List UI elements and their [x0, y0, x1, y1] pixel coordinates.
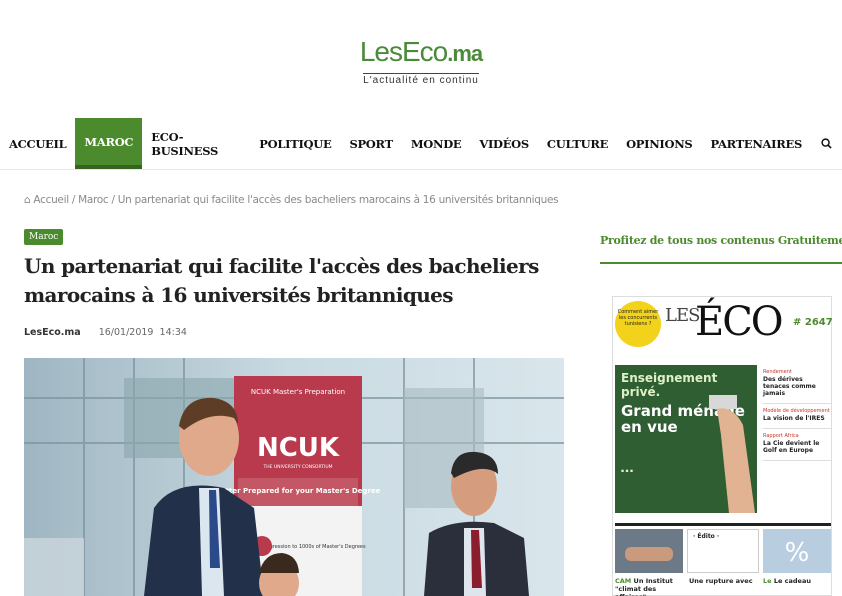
nav-item-eco-business[interactable]: ECO-BUSINESS: [142, 118, 250, 169]
home-icon[interactable]: ⌂: [24, 194, 31, 206]
percent-icon: %: [763, 529, 831, 573]
newspaper-cover[interactable]: Comment aimer les concurrents tunisiens …: [612, 296, 833, 596]
article-hero-image: NCUK Master's Preparation NCUK THE UNIVE…: [24, 358, 564, 596]
cover-side-column: Rendement Des dérives tenaces comme jamai…: [763, 365, 831, 461]
nav-item-partenaires[interactable]: PARTENAIRES: [701, 118, 811, 169]
svg-text:%: %: [785, 538, 810, 568]
nav-item-monde[interactable]: MONDE: [402, 118, 471, 169]
breadcrumb-text[interactable]: Accueil / Maroc / Un partenariat qui fac…: [33, 194, 558, 206]
article-meta: LesEco.ma 16/01/2019 14:34: [24, 327, 187, 338]
banner-logo-text: NCUK: [257, 433, 340, 463]
cover-side-block: Modèle de développement La vision de l'IR…: [763, 404, 831, 429]
promo-divider: [600, 262, 842, 264]
nav-item-politique[interactable]: POLITIQUE: [250, 118, 340, 169]
cover-header: Comment aimer les concurrents tunisiens …: [613, 297, 833, 357]
cover-bullets: ▪ ▪ ▪: [621, 469, 634, 474]
cover-side-block: Rapport Africa La Cie devient le Golf en …: [763, 429, 831, 461]
category-badge[interactable]: Maroc: [24, 229, 64, 245]
cover-bottom-story-2: Une rupture avec: [689, 577, 753, 585]
breadcrumb: ⌂ Accueil / Maroc / Un partenariat qui f…: [24, 194, 559, 206]
cover-eco: ÉCO: [695, 299, 784, 345]
nav-item-maroc[interactable]: MAROC: [75, 118, 143, 169]
hero-photo: NCUK Master's Preparation NCUK THE UNIVE…: [24, 358, 564, 596]
article-date: 16/01/2019 14:34: [98, 327, 187, 338]
article-author[interactable]: LesEco.ma: [24, 327, 81, 338]
promo-free-content[interactable]: Profitez de tous nos contenus Gratuiteme…: [600, 234, 842, 247]
nav-item-sport[interactable]: SPORT: [340, 118, 401, 169]
banner-top-text: NCUK Master's Preparation: [251, 388, 345, 396]
logo-name: LesEco.ma: [359, 36, 483, 67]
article-title: Un partenariat qui facilite l'accès des …: [24, 254, 539, 307]
cover-bottom-story-3: Le Le cadeau: [763, 577, 811, 585]
nav-item-opinions[interactable]: OPINIONS: [617, 118, 701, 169]
search-icon: [821, 138, 832, 149]
nav-item-culture[interactable]: CULTURE: [538, 118, 617, 169]
nav-item-accueil[interactable]: ACCUEIL: [0, 118, 75, 169]
cover-divider: [615, 523, 831, 526]
cover-hand-image: [709, 395, 755, 513]
banner-mid-text: Better Prepared for your Master's Degree: [216, 487, 381, 495]
cover-edito: · Édito ·: [687, 529, 759, 573]
site-logo[interactable]: LesEco.ma L'actualité en continu: [0, 36, 842, 87]
banner-sub-text: THE UNIVERSITY CONSORTIUM: [262, 464, 332, 470]
cover-main-story: Enseignement privé. Grand ménage en vue …: [615, 365, 757, 513]
nav-item-videos[interactable]: VIDÉOS: [470, 118, 538, 169]
cover-handshake-image: [615, 529, 683, 573]
cover-bottom-story-1: CAM Un Institut "climat des affaires": [615, 577, 673, 596]
cover-bottom: · Édito · % CAM Un Institut "climat des …: [615, 529, 831, 596]
main-navigation: ACCUEIL MAROC ECO-BUSINESS POLITIQUE SPO…: [0, 118, 842, 170]
cover-side-block: Rendement Des dérives tenaces comme jamai…: [763, 365, 831, 404]
logo-tagline: L'actualité en continu: [363, 73, 479, 86]
search-button[interactable]: [811, 118, 842, 169]
cover-issue: # 2647: [793, 317, 833, 328]
cover-badge: Comment aimer les concurrents tunisiens …: [615, 301, 661, 347]
